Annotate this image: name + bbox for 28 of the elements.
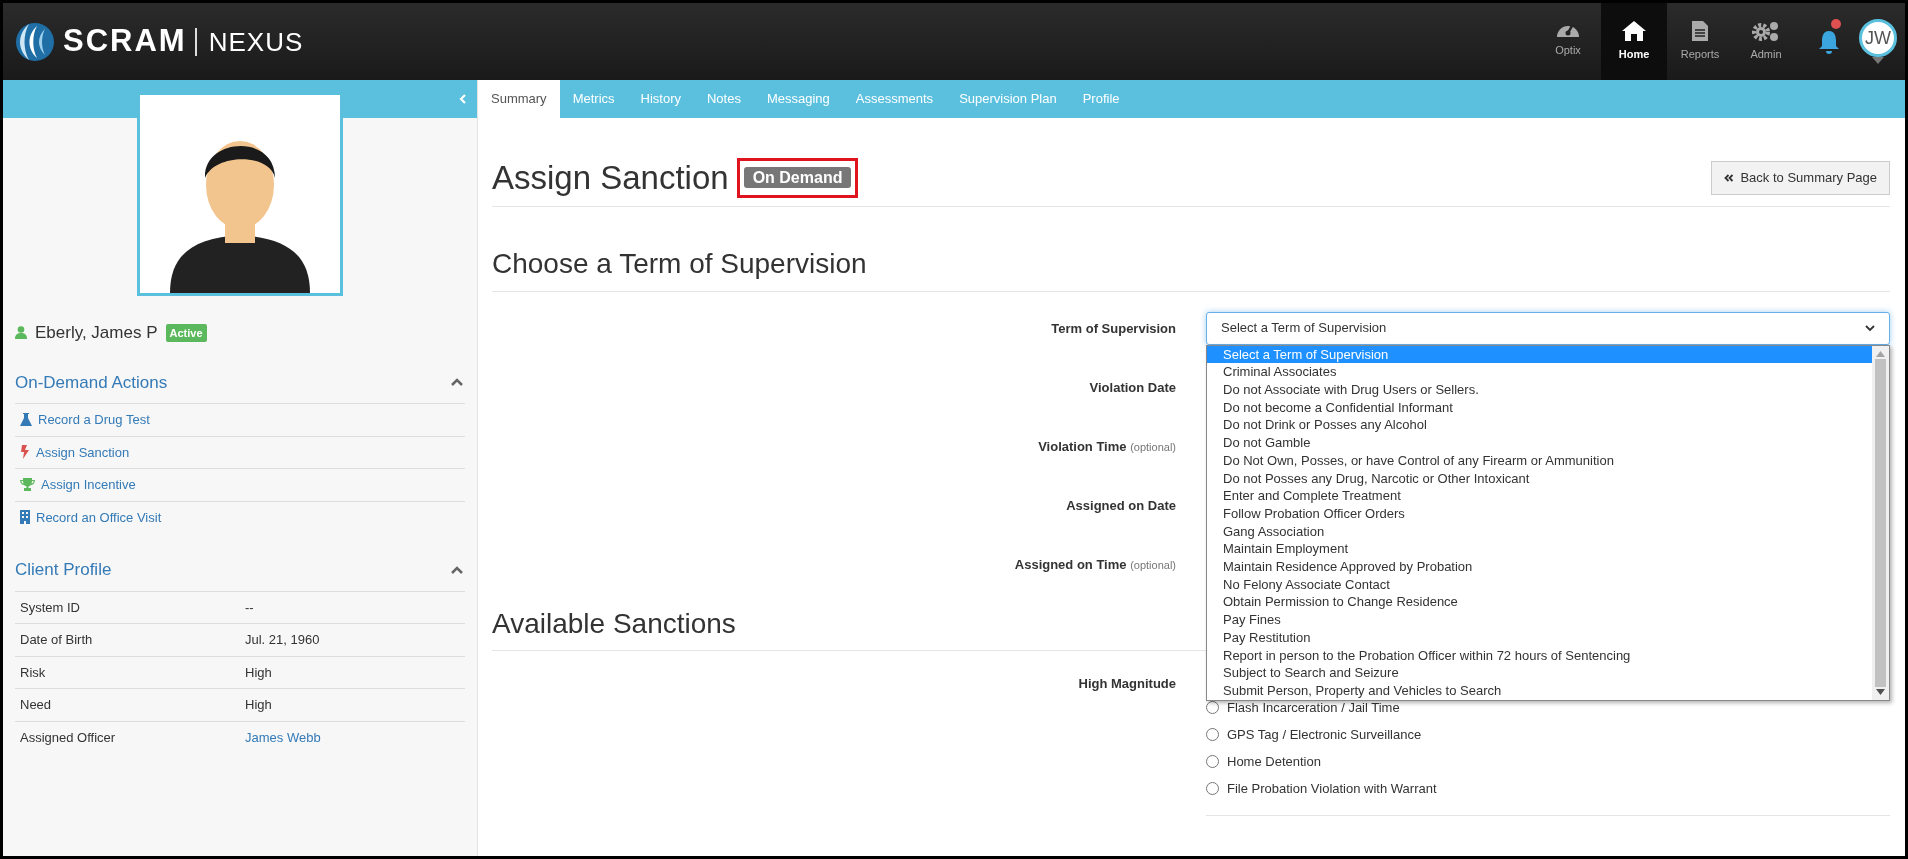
field-label: Violation Date xyxy=(1088,378,1176,397)
profile-value: High xyxy=(240,688,465,721)
logo-text: SCRAM xyxy=(63,22,187,61)
section-title: Client Profile xyxy=(15,559,112,581)
nav-label: Reports xyxy=(1680,47,1720,63)
section-title: On-Demand Actions xyxy=(15,371,168,394)
profile-value: Jul. 21, 1960 xyxy=(240,623,465,656)
group-label: High Magnitude xyxy=(1077,675,1176,694)
on-demand-badge: On Demand xyxy=(743,167,852,188)
profile-label: Date of Birth xyxy=(15,623,240,656)
profile-label: Assigned Officer xyxy=(15,721,240,753)
profile-label: Need xyxy=(15,688,240,721)
field-label: Term of Supervision xyxy=(1050,319,1176,338)
client-name: Eberly, James P xyxy=(35,322,158,344)
section-heading: Choose a Term of Supervision xyxy=(492,247,1890,292)
nav-label: Home xyxy=(1618,47,1650,63)
nav-label: Optix xyxy=(1555,42,1581,58)
field-label: Violation Time (optional) xyxy=(1037,437,1176,456)
page-title: Assign Sanction xyxy=(492,158,729,198)
profile-label: Risk xyxy=(15,656,240,689)
field-label: Assigned on Date xyxy=(1065,496,1176,515)
profile-value: -- xyxy=(240,591,465,624)
field-label: Assigned on Time (optional) xyxy=(1013,555,1176,574)
profile-value: High xyxy=(240,656,465,689)
profile-label: System ID xyxy=(15,591,240,624)
nav-label: Admin xyxy=(1750,47,1782,63)
status-badge: Active xyxy=(165,323,207,342)
logo-subtext: NEXUS xyxy=(194,27,304,56)
